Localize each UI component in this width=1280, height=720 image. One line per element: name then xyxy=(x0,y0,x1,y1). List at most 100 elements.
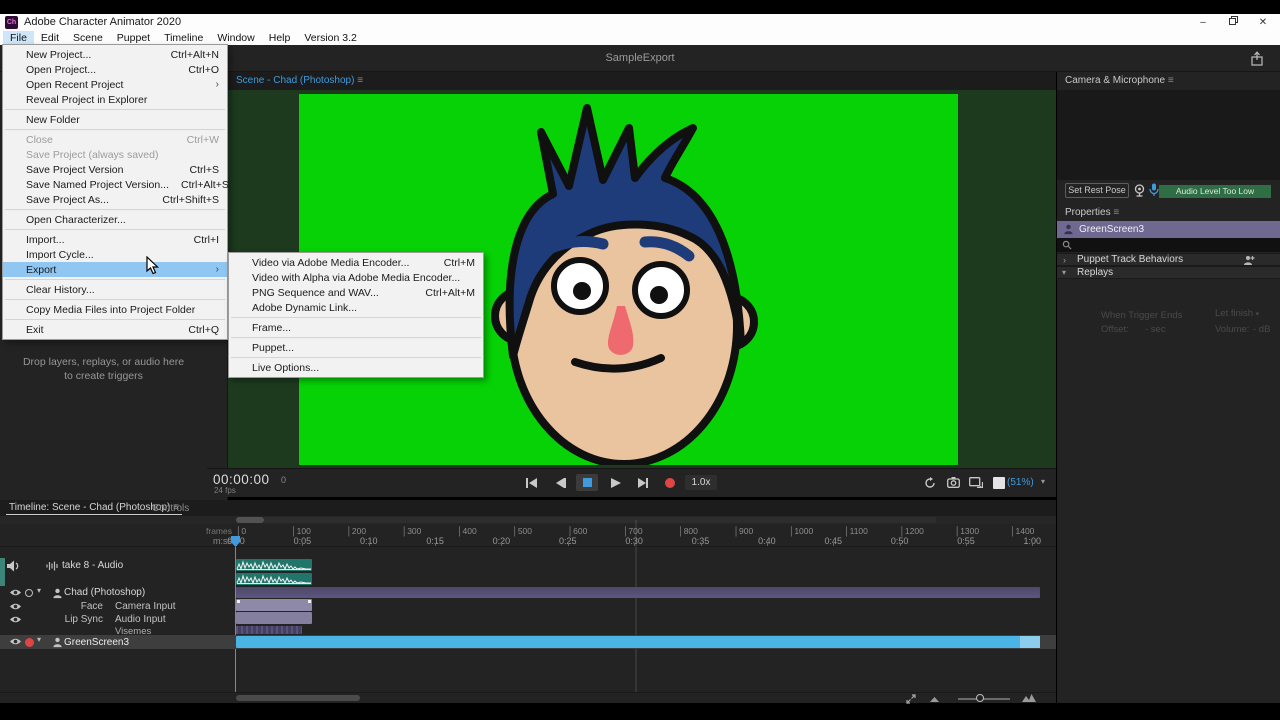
export-submenu-item-png-sequence-and-wav[interactable]: PNG Sequence and WAV...Ctrl+Alt+M xyxy=(229,285,483,300)
close-button[interactable]: ✕ xyxy=(1248,14,1278,31)
add-behavior-icon[interactable] xyxy=(1243,255,1255,266)
horizontal-scrollbar-thumb[interactable] xyxy=(236,695,360,701)
menu-window[interactable]: Window xyxy=(210,31,261,45)
play-button[interactable] xyxy=(605,474,627,491)
file-menu-item-clear-history[interactable]: Clear History... xyxy=(3,282,227,297)
timeline-zoom-scrollbar[interactable] xyxy=(0,516,1056,524)
export-submenu-item-video-via-adobe-media-encoder[interactable]: Video via Adobe Media Encoder...Ctrl+M xyxy=(229,255,483,270)
lipsync-clip[interactable] xyxy=(236,612,312,624)
track-name-chad[interactable]: Chad (Photoshop) xyxy=(64,587,145,598)
menu-timeline[interactable]: Timeline xyxy=(157,31,210,45)
audio-track-color-strip xyxy=(0,558,5,586)
zoom-in-mountains-icon[interactable] xyxy=(1022,694,1036,702)
menu-file[interactable]: File xyxy=(3,31,34,45)
subtrack-name-face[interactable]: Face xyxy=(58,601,103,612)
menu-puppet[interactable]: Puppet xyxy=(110,31,157,45)
webcam-icon[interactable] xyxy=(1133,184,1146,197)
file-menu-item-new-folder[interactable]: New Folder xyxy=(3,112,227,127)
next-frame-button[interactable] xyxy=(632,474,654,491)
record-armed-icon[interactable] xyxy=(25,638,34,647)
mercury-stream-button[interactable] xyxy=(965,474,987,491)
track-name-greenscreen[interactable]: GreenScreen3 xyxy=(64,637,129,648)
properties-search-input[interactable] xyxy=(1057,238,1280,252)
face-clip[interactable] xyxy=(236,599,312,611)
subtrack-name-lipsync[interactable]: Lip Sync xyxy=(50,614,103,625)
go-to-start-button[interactable] xyxy=(520,474,542,491)
eye-icon[interactable] xyxy=(9,602,22,611)
audio-take-clip[interactable] xyxy=(236,559,312,571)
chevron-down-icon[interactable]: ▾ xyxy=(37,586,41,595)
menu-version[interactable]: Version 3.2 xyxy=(297,31,364,45)
export-submenu-item-live-options[interactable]: Live Options... xyxy=(229,360,483,375)
record-button[interactable] xyxy=(659,474,681,491)
file-menu-item-copy-media-files-into-project-folder[interactable]: Copy Media Files into Project Folder xyxy=(3,302,227,317)
file-menu-item-export[interactable]: Export› xyxy=(3,262,227,277)
share-export-icon[interactable] xyxy=(1250,51,1264,66)
menu-edit[interactable]: Edit xyxy=(34,31,66,45)
scrollbar-thumb[interactable] xyxy=(236,517,264,523)
file-menu-item-open-project[interactable]: Open Project...Ctrl+O xyxy=(3,62,227,77)
background-color-swatch[interactable] xyxy=(993,477,1005,489)
search-icon xyxy=(1062,240,1072,250)
previous-frame-button[interactable] xyxy=(549,474,571,491)
set-rest-pose-button[interactable]: Set Rest Pose xyxy=(1065,183,1129,198)
zoom-out-mountain-icon[interactable] xyxy=(930,697,939,702)
scene-tab[interactable]: Scene - Chad (Photoshop) ≡ xyxy=(236,75,363,86)
file-menu-item-open-characterizer[interactable]: Open Characterizer... xyxy=(3,212,227,227)
properties-selected-item[interactable]: GreenScreen3 xyxy=(1057,221,1280,238)
timeline-zoom-slider[interactable] xyxy=(958,698,1010,700)
puppet-track-behaviors-row[interactable]: › Puppet Track Behaviors xyxy=(1057,253,1280,266)
menu-help[interactable]: Help xyxy=(262,31,298,45)
file-menu-item-save-project-as[interactable]: Save Project As...Ctrl+Shift+S xyxy=(3,192,227,207)
greenscreen-track-bar[interactable] xyxy=(236,636,1040,648)
properties-panel-menu-icon[interactable]: ≡ xyxy=(1113,207,1119,218)
file-menu-label: Open Characterizer... xyxy=(26,214,219,226)
file-menu-label: New Folder xyxy=(26,114,219,126)
file-menu-item-import-cycle[interactable]: Import Cycle... xyxy=(3,247,227,262)
expand-panel-icon[interactable] xyxy=(906,694,916,704)
eye-icon[interactable] xyxy=(9,588,22,597)
timeline-ruler[interactable]: frames m:ss │0│100│200│300│400│500│600│7… xyxy=(0,524,1056,547)
chad-track-bar[interactable] xyxy=(236,587,1040,598)
menubar: File Edit Scene Puppet Timeline Window H… xyxy=(0,31,1280,45)
camera-panel-menu-icon[interactable]: ≡ xyxy=(1168,75,1174,86)
menu-scene[interactable]: Scene xyxy=(66,31,110,45)
speaker-icon[interactable] xyxy=(7,560,20,572)
playback-speed[interactable]: 1.0x xyxy=(685,475,717,490)
restore-button[interactable] xyxy=(1218,14,1248,31)
export-submenu-item-puppet[interactable]: Puppet... xyxy=(229,340,483,355)
file-menu-item-open-recent-project[interactable]: Open Recent Project› xyxy=(3,77,227,92)
loop-button[interactable] xyxy=(919,474,941,491)
export-submenu-label: Puppet... xyxy=(252,342,475,354)
ruler-frame-tick: │600 xyxy=(568,526,588,536)
file-menu-item-reveal-project-in-explorer[interactable]: Reveal Project in Explorer xyxy=(3,92,227,107)
export-submenu-item-video-with-alpha-via-adobe-media-encoder[interactable]: Video with Alpha via Adobe Media Encoder… xyxy=(229,270,483,285)
arm-record-toggle[interactable] xyxy=(25,589,33,597)
snapshot-button[interactable] xyxy=(942,474,964,491)
zoom-dropdown-icon[interactable]: ▾ xyxy=(1041,477,1045,486)
track-name-audio[interactable]: take 8 - Audio xyxy=(62,560,123,571)
eye-icon[interactable] xyxy=(9,615,22,624)
controls-tab[interactable]: Controls xyxy=(152,503,189,514)
stop-button[interactable] xyxy=(576,474,598,491)
eye-icon[interactable] xyxy=(9,637,22,646)
file-menu-shortcut: Ctrl+Shift+S xyxy=(162,194,219,206)
replays-row[interactable]: ▾ Replays xyxy=(1057,266,1280,279)
scene-panel-menu-icon[interactable]: ≡ xyxy=(357,75,363,86)
export-submenu-item-frame[interactable]: Frame... xyxy=(229,320,483,335)
chevron-down-icon[interactable]: ▾ xyxy=(37,635,41,644)
ruler-frame-tick: │1400 xyxy=(1010,526,1034,536)
camera-mic-panel-title: Camera & Microphone ≡ xyxy=(1065,75,1174,86)
audio-take-clip[interactable] xyxy=(236,573,312,585)
minimize-button[interactable]: – xyxy=(1188,14,1218,31)
file-menu-item-save-project-version[interactable]: Save Project VersionCtrl+S xyxy=(3,162,227,177)
export-submenu-item-adobe-dynamic-link[interactable]: Adobe Dynamic Link... xyxy=(229,300,483,315)
file-menu-item-save-named-project-version[interactable]: Save Named Project Version...Ctrl+Alt+S xyxy=(3,177,227,192)
file-menu-item-exit[interactable]: ExitCtrl+Q xyxy=(3,322,227,337)
file-menu-item-import[interactable]: Import...Ctrl+I xyxy=(3,232,227,247)
file-menu-item-new-project[interactable]: New Project...Ctrl+Alt+N xyxy=(3,47,227,62)
microphone-icon[interactable] xyxy=(1149,183,1159,197)
zoom-slider-knob[interactable] xyxy=(976,694,984,702)
zoom-level[interactable]: (51%) xyxy=(1007,477,1034,488)
visemes-clip[interactable] xyxy=(236,626,302,634)
